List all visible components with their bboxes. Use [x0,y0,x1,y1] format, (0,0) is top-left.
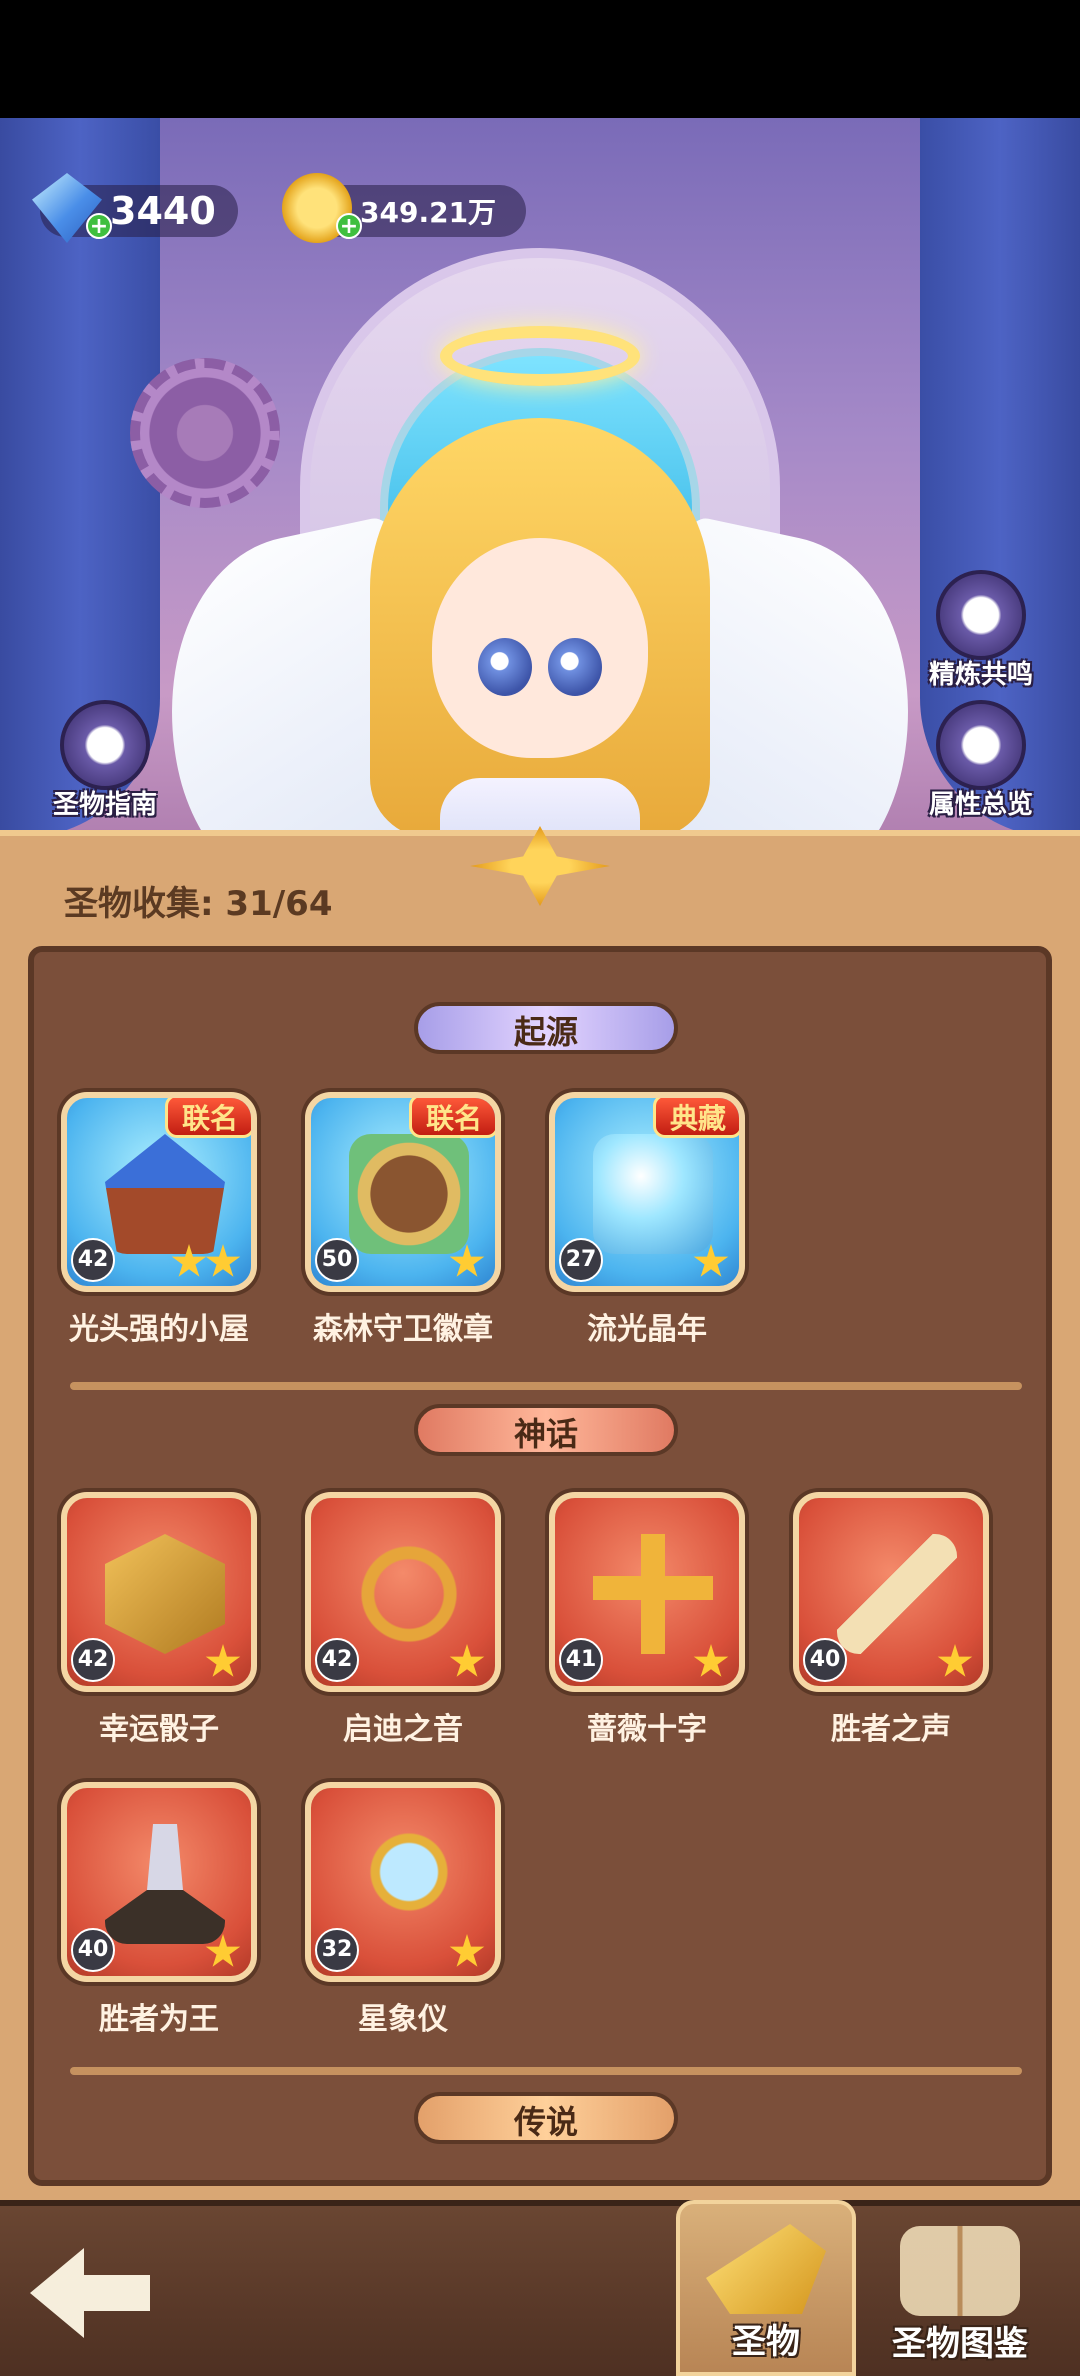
tab-relic[interactable]: 圣物 [676,2200,856,2376]
relic-name: 胜者为王 [99,2002,219,2037]
relic-name: 胜者之声 [831,1712,951,1747]
relic-guide-button[interactable]: 圣物指南 [30,700,180,821]
chess-king-icon [105,1824,225,1944]
gold-star-ornament-icon [470,826,610,906]
back-arrow-icon [30,2248,150,2338]
relic-card[interactable]: 联名 50 [305,1092,501,1292]
relic-name: 幸运骰子 [99,1712,219,1747]
book-icon [900,2226,1020,2316]
star-icon [693,1644,729,1677]
attribute-overview-button[interactable]: 属性总览 [906,700,1056,821]
harp-icon [349,1534,469,1654]
refine-resonance-label: 精炼共鸣 [928,660,1033,690]
level-badge: 40 [803,1638,847,1682]
angel-eye-right [548,638,602,696]
relic-collection-panel: 圣物收集: 31/64 起源 联名 42 光头强的小屋 联名 50 森林守卫徽章 [0,826,1080,2200]
level-badge: 41 [559,1638,603,1682]
back-button[interactable] [30,2248,150,2338]
collab-badge: 联名 [408,1098,495,1138]
diamond-counter[interactable]: + 3440 [32,173,238,243]
attribute-overview-label: 属性总览 [928,790,1033,820]
relic-list[interactable]: 起源 联名 42 光头强的小屋 联名 50 森林守卫徽章 典藏 27 流光晶年 … [28,946,1052,2186]
relic-name: 星象仪 [358,2002,448,2037]
relic-name: 启迪之音 [343,1712,463,1747]
collection-progress: 圣物收集: 31/64 [64,884,333,924]
relic-card[interactable]: 32 [305,1782,501,1982]
level-badge: 42 [71,1238,115,1282]
bottom-nav: 圣物 圣物图鉴 [0,2200,1080,2376]
relic-item[interactable]: 32 星象仪 [298,1782,508,2038]
relic-card[interactable]: 42 [61,1492,257,1692]
star-icon [205,1644,241,1677]
relic-item[interactable]: 41 蔷薇十字 [542,1492,752,1748]
tab-relic-codex[interactable]: 圣物图鉴 [870,2206,1050,2376]
relic-name: 森林守卫徽章 [313,1312,493,1347]
relic-item[interactable]: 联名 42 光头强的小屋 [54,1092,264,1348]
relic-item[interactable]: 40 胜者为王 [54,1782,264,2038]
add-diamond-icon[interactable]: + [86,213,112,239]
level-badge: 27 [559,1238,603,1282]
collab-badge: 联名 [164,1098,251,1138]
tab-relic-codex-label: 圣物图鉴 [892,2324,1028,2364]
orrery-icon [349,1824,469,1944]
relic-card[interactable]: 联名 42 [61,1092,257,1292]
relic-item[interactable]: 典藏 27 流光晶年 [542,1092,752,1348]
relic-card[interactable]: 41 [549,1492,745,1692]
relic-name: 流光晶年 [587,1312,707,1347]
cabin-icon [105,1134,225,1254]
bear-badge-icon [349,1134,469,1254]
refine-resonance-button[interactable]: 精炼共鸣 [906,570,1056,691]
star-burst-icon [936,570,1026,660]
level-badge: 40 [71,1928,115,1972]
relic-icon [706,2224,826,2314]
section-divider [70,2067,1022,2075]
relic-guide-label: 圣物指南 [52,790,157,820]
angel-face [432,538,648,758]
level-badge: 42 [71,1638,115,1682]
gold-counter[interactable]: + 349.21万 [282,173,527,243]
dice-icon [105,1534,225,1654]
wizard-hat-icon [60,700,150,790]
relic-item[interactable]: 42 幸运骰子 [54,1492,264,1748]
scroll-icon [936,700,1026,790]
status-bar [0,0,1080,118]
level-badge: 32 [315,1928,359,1972]
section-title-origin: 起源 [414,1002,678,1054]
add-gold-icon[interactable]: + [336,213,362,239]
relic-card[interactable]: 40 [793,1492,989,1692]
relic-card[interactable]: 40 [61,1782,257,1982]
snow-globe-icon [593,1134,713,1254]
angel-eye-left [478,638,532,696]
flute-icon [837,1534,957,1654]
gear-decoration [130,358,280,508]
section-title-myth: 神话 [414,1404,678,1456]
relic-card[interactable]: 典藏 27 [549,1092,745,1292]
level-badge: 42 [315,1638,359,1682]
rose-cross-icon [593,1534,713,1654]
section-divider [70,1382,1022,1390]
relic-card[interactable]: 42 [305,1492,501,1692]
relic-item[interactable]: 40 胜者之声 [786,1492,996,1748]
relic-name: 光头强的小屋 [69,1312,249,1347]
level-badge: 50 [315,1238,359,1282]
diamond-value: 3440 [110,189,216,233]
relic-name: 蔷薇十字 [587,1712,707,1747]
gold-value: 349.21万 [360,196,497,229]
relic-item[interactable]: 42 启迪之音 [298,1492,508,1748]
halo [440,326,640,386]
tab-relic-label: 圣物 [732,2322,800,2362]
collection-badge: 典藏 [652,1098,739,1138]
section-title-legend: 传说 [414,2092,678,2144]
relic-item[interactable]: 联名 50 森林守卫徽章 [298,1092,508,1348]
